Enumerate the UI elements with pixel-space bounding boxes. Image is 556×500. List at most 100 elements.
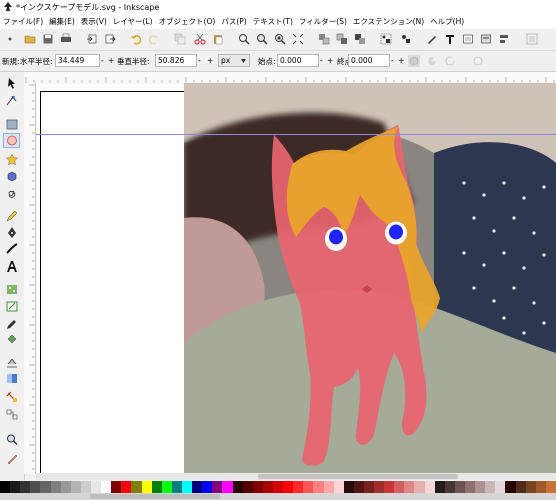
pen-tool-icon[interactable] [5, 226, 19, 239]
ellipse-tool-active[interactable] [3, 133, 20, 148]
zoom-tool-icon[interactable] [5, 433, 19, 446]
drawing-canvas[interactable] [36, 83, 556, 473]
duplicate-object-icon[interactable] [318, 33, 330, 45]
palette-swatch[interactable] [313, 481, 324, 493]
palette-swatch[interactable] [222, 481, 233, 493]
start-plus-button[interactable]: + [327, 56, 333, 65]
palette-swatch[interactable] [545, 481, 556, 493]
palette-swatch[interactable] [303, 481, 314, 493]
palette-swatch[interactable] [121, 481, 132, 493]
horizontal-guide-line[interactable] [36, 134, 556, 135]
palette-swatch[interactable] [515, 481, 526, 493]
preferences-icon[interactable] [526, 33, 538, 45]
palette-swatch[interactable] [40, 481, 51, 493]
paste-icon[interactable] [212, 33, 224, 45]
rx-input[interactable]: 34.449 [55, 54, 100, 67]
palette-swatch[interactable] [465, 481, 476, 493]
undo-icon[interactable] [130, 33, 142, 45]
palette-swatch[interactable] [404, 481, 415, 493]
unlink-clone-icon[interactable] [354, 33, 366, 45]
ry-plus-button[interactable]: + [207, 56, 213, 65]
palette-swatch[interactable] [475, 481, 486, 493]
eraser-tool-icon[interactable] [5, 300, 19, 313]
menu-text[interactable]: テキスト(T) [250, 16, 296, 27]
palette-swatch[interactable] [131, 481, 142, 493]
palette-swatch[interactable] [20, 481, 31, 493]
node-tool-icon[interactable] [5, 94, 19, 107]
horizontal-scrollbar[interactable] [36, 473, 556, 480]
calligraphy-tool-icon[interactable] [5, 242, 19, 255]
palette-swatch[interactable] [495, 481, 506, 493]
redo-icon[interactable] [148, 33, 160, 45]
palette-swatch[interactable] [0, 481, 11, 493]
print-icon[interactable] [60, 33, 72, 45]
palette-swatch[interactable] [192, 481, 203, 493]
palette-swatch[interactable] [363, 481, 375, 493]
palette-swatch[interactable] [101, 481, 112, 493]
palette-swatch[interactable] [333, 481, 344, 493]
palette-swatch[interactable] [50, 481, 61, 493]
star-tool-icon[interactable] [5, 153, 19, 166]
palette-swatch[interactable] [171, 481, 182, 493]
zoom-selection-icon[interactable] [238, 33, 250, 45]
palette-swatch[interactable] [181, 481, 193, 493]
align-distribute-icon[interactable] [498, 33, 510, 45]
palette-swatch[interactable] [535, 481, 546, 493]
palette-swatch[interactable] [161, 481, 172, 493]
palette-swatch[interactable] [343, 481, 354, 493]
zoom-drawing-icon[interactable] [256, 33, 268, 45]
menu-extensions[interactable]: エクステンション(N) [350, 16, 427, 27]
palette-swatch[interactable] [414, 481, 425, 493]
gradient-tool-icon[interactable] [5, 372, 19, 385]
palette-swatch[interactable] [384, 481, 395, 493]
palette-swatch[interactable] [202, 481, 213, 493]
rx-plus-button[interactable]: + [108, 56, 114, 65]
palette-swatch[interactable] [454, 481, 466, 493]
connector-tool-icon[interactable] [5, 408, 19, 421]
dropper-tool-icon[interactable] [5, 317, 19, 330]
text-tool-icon[interactable] [5, 260, 19, 273]
paint-bucket-tool-icon[interactable] [5, 333, 19, 346]
palette-swatch[interactable] [232, 481, 243, 493]
whole-ellipse-icon[interactable] [408, 55, 420, 67]
left-eye-iris[interactable] [329, 229, 343, 245]
spiral-tool-icon[interactable] [5, 186, 19, 199]
palette-swatch[interactable] [252, 481, 263, 493]
palette-swatch[interactable] [444, 481, 455, 493]
zoom-width-icon[interactable] [292, 33, 304, 45]
menu-help[interactable]: ヘルプ(H) [427, 16, 467, 27]
palette-swatch[interactable] [394, 481, 405, 493]
end-minus-button[interactable]: - [391, 56, 394, 65]
menu-view[interactable]: 表示(V) [78, 16, 110, 27]
fill-stroke-icon[interactable] [426, 33, 438, 45]
segment-icon[interactable] [426, 55, 438, 67]
make-whole-icon[interactable] [472, 55, 484, 67]
palette-swatch[interactable] [212, 481, 223, 493]
3d-box-tool-icon[interactable] [5, 170, 19, 183]
end-plus-button[interactable]: + [398, 56, 404, 65]
cut-icon[interactable] [194, 33, 206, 45]
menu-edit[interactable]: 編集(E) [46, 16, 78, 27]
palette-swatch[interactable] [283, 481, 294, 493]
end-input[interactable]: 0.000 [348, 54, 390, 67]
palette-swatch[interactable] [70, 481, 81, 493]
new-document-icon[interactable] [4, 33, 16, 45]
palette-swatch[interactable] [424, 481, 435, 493]
group-icon[interactable] [380, 33, 392, 45]
layers-icon[interactable] [462, 33, 474, 45]
palette-swatch[interactable] [30, 481, 41, 493]
palette-swatch[interactable] [525, 481, 536, 493]
export-icon[interactable] [104, 33, 116, 45]
palette-swatch[interactable] [434, 481, 445, 493]
right-eye-iris[interactable] [389, 224, 403, 240]
tweak-tool-icon[interactable] [5, 356, 19, 369]
rectangle-tool-icon[interactable] [5, 118, 19, 131]
menu-file[interactable]: ファイル(F) [0, 16, 46, 27]
save-icon[interactable] [42, 33, 54, 45]
vertical-ruler[interactable] [24, 83, 36, 474]
palette-swatch[interactable] [111, 481, 122, 493]
text-font-icon[interactable] [444, 33, 456, 45]
palette-swatch[interactable] [323, 481, 334, 493]
palette-swatch[interactable] [151, 481, 162, 493]
palette-swatch[interactable] [374, 481, 385, 493]
